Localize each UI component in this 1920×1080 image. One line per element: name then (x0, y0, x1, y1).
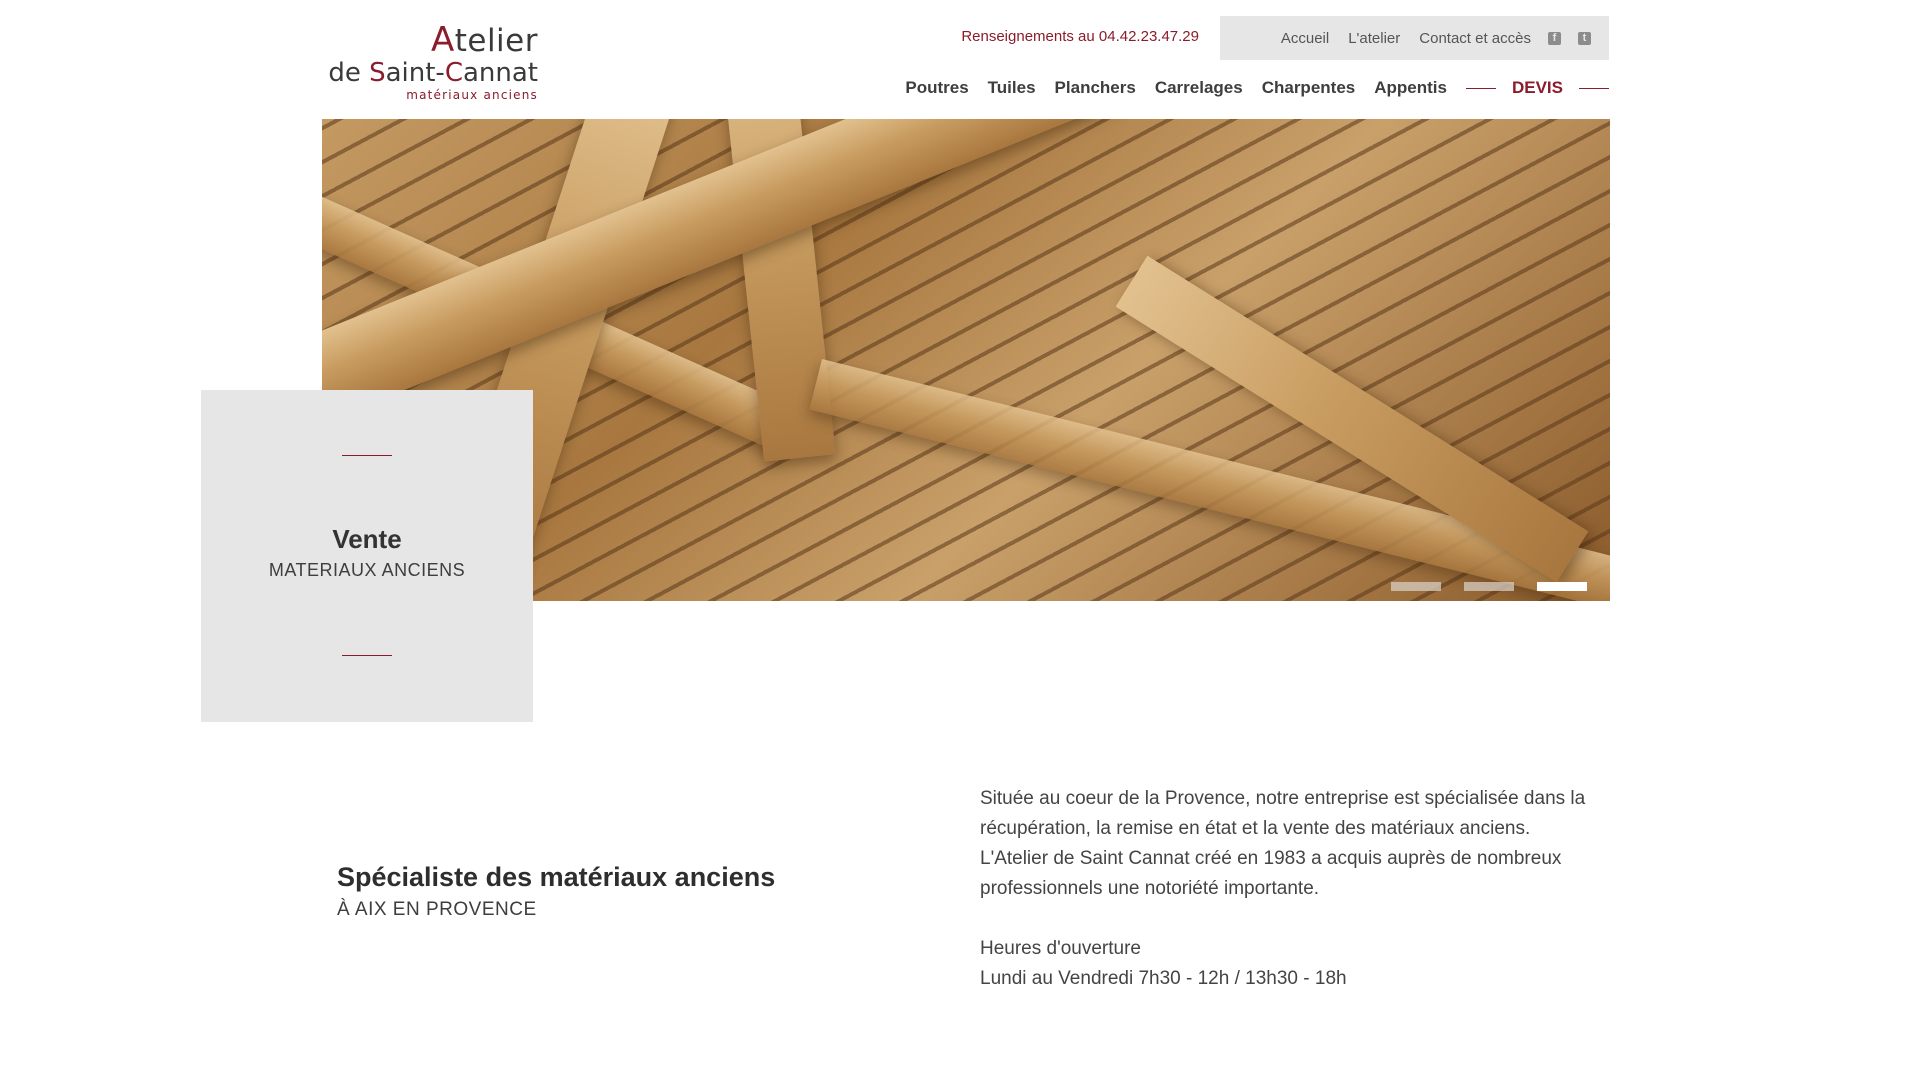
logo-tagline: matériaux anciens (406, 88, 538, 102)
site-logo[interactable]: Atelier de Saint-Cannat matériaux ancien… (328, 20, 540, 104)
utility-bar: Accueil L'atelier Contact et accès f t (1220, 16, 1609, 60)
nav-item-planchers[interactable]: Planchers (1055, 78, 1136, 98)
slider-pagination (1368, 582, 1587, 591)
slider-dot-1[interactable] (1391, 582, 1441, 591)
slider-dot-2[interactable] (1464, 582, 1514, 591)
intro-heading: Spécialiste des matériaux anciens (337, 862, 776, 892)
util-link-contact[interactable]: Contact et accès (1419, 30, 1531, 47)
caption-subtitle: MATERIAUX ANCIENS (268, 560, 466, 580)
devis-left-divider (1465, 87, 1496, 89)
caption-title: Vente (332, 524, 402, 554)
facebook-icon[interactable]: f (1548, 31, 1561, 45)
devis-right-divider (1579, 87, 1609, 89)
nav-item-appentis[interactable]: Appentis (1374, 78, 1447, 98)
intro-heading-block: Spécialiste des matériaux anciens À AIX … (337, 862, 775, 921)
main-nav: Poutres Tuiles Planchers Carrelages Char… (886, 78, 1609, 98)
hours-label: Heures d'ouverture (980, 938, 1141, 959)
page: Atelier de Saint-Cannat matériaux ancien… (0, 0, 1920, 1080)
nav-item-carrelages[interactable]: Carrelages (1155, 78, 1243, 98)
nav-item-tuiles[interactable]: Tuiles (988, 78, 1036, 98)
nav-item-poutres[interactable]: Poutres (905, 78, 968, 98)
logo-line-2: de Saint-Cannat (328, 58, 538, 88)
logo-line-1: Atelier (430, 20, 538, 60)
nav-item-charpentes[interactable]: Charpentes (1262, 78, 1356, 98)
hero-caption-box: Vente MATERIAUX ANCIENS (201, 390, 533, 722)
caption-divider-bottom (342, 655, 392, 656)
intro-text-block: Située au coeur de la Provence, notre en… (980, 784, 1600, 994)
util-link-accueil[interactable]: Accueil (1281, 30, 1329, 47)
intro-paragraph-1: Située au coeur de la Provence, notre en… (980, 788, 1586, 839)
util-link-atelier[interactable]: L'atelier (1348, 30, 1400, 47)
hours-value: Lundi au Vendredi 7h30 - 12h / 13h30 - 1… (980, 968, 1347, 989)
twitter-icon[interactable]: t (1578, 31, 1591, 45)
intro-subheading: À AIX EN PROVENCE (337, 899, 537, 920)
intro-paragraph-2: L'Atelier de Saint Cannat créé en 1983 a… (980, 848, 1562, 899)
slider-dot-3[interactable] (1537, 582, 1587, 591)
nav-item-devis[interactable]: DEVIS (1512, 78, 1563, 98)
caption-divider-top (342, 455, 392, 456)
phone-info: Renseignements au 04.42.23.47.29 (961, 28, 1199, 45)
